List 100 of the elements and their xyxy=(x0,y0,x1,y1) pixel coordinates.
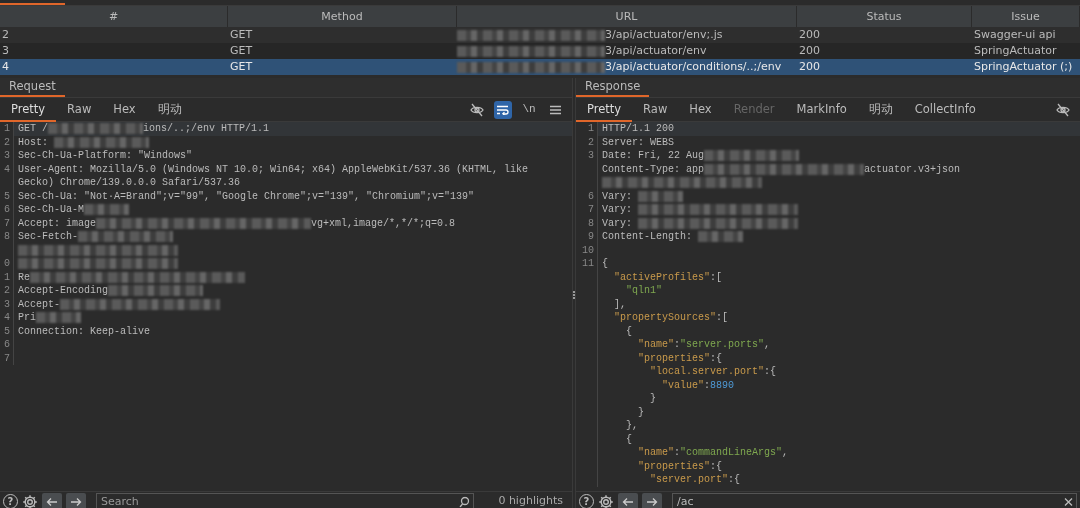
code-text: :{ xyxy=(728,473,741,487)
code-text: Connection: Keep-alive xyxy=(18,324,151,338)
table-cell: 3/api/actuator/env;.js xyxy=(605,27,723,43)
view-tab[interactable]: CollectInfo xyxy=(903,97,987,122)
line-number: 3 xyxy=(588,150,594,161)
code-text: Date: Fri, 22 Aug xyxy=(602,149,705,163)
code-text: ], xyxy=(614,297,626,311)
code-text: Sec-Ch-Ua-Platform: "Windows" xyxy=(18,149,193,163)
table-cell: 3/api/actuator/env xyxy=(605,43,707,59)
json-key: "properties" xyxy=(638,459,710,473)
code-text: , xyxy=(764,338,771,352)
code-text: Accept-Encoding xyxy=(18,284,108,298)
wrap-toggle[interactable] xyxy=(494,100,512,119)
line-number: 4 xyxy=(4,312,10,323)
newline-toggle[interactable]: \n xyxy=(520,100,538,119)
code-text: HTTP/1.1 200 xyxy=(602,122,674,136)
code-text: :{ xyxy=(710,459,723,473)
line-number: 7 xyxy=(4,352,10,364)
line-number: 2 xyxy=(588,136,594,148)
line-number: 6 xyxy=(588,190,594,202)
table-row[interactable]: 4 GET 3/api/actuator/conditions/..;/env 200 SpringActuator (;) xyxy=(0,59,1080,75)
right-arrow-icon xyxy=(70,496,82,507)
line-number: 1 xyxy=(4,123,10,134)
code-text: :[ xyxy=(710,270,723,284)
code-text: Vary: xyxy=(602,203,633,217)
menu-icon[interactable] xyxy=(549,104,561,115)
view-tab[interactable]: Hex xyxy=(678,97,723,122)
highlight-count: 0 highlights xyxy=(498,493,563,508)
json-key: "name" xyxy=(638,338,674,352)
line-number: 4 xyxy=(4,163,10,175)
json-key: "value" xyxy=(662,378,704,392)
settings-icon[interactable] xyxy=(598,493,614,508)
splitter-handle[interactable] xyxy=(573,290,575,299)
code-text: Sec-Ch-Ua: "Not·A=Brand";v="99", "Google Chrome";v="139", "Chromium";v="139" xyxy=(18,189,475,203)
code-text: Pri xyxy=(18,311,36,325)
hide-icon[interactable] xyxy=(1056,102,1070,117)
redaction-blur xyxy=(36,312,81,324)
code-text: Sec-Ch-Ua-M xyxy=(18,203,84,217)
code-text: Host: xyxy=(18,135,49,149)
view-tab[interactable]: 明动 xyxy=(857,97,904,122)
search-field[interactable]: /ac xyxy=(672,493,1077,508)
search-field[interactable]: Search xyxy=(96,493,474,508)
line-number: 2 xyxy=(4,285,10,296)
line-number: 3 xyxy=(4,150,10,161)
table-cell: 3 xyxy=(2,43,9,59)
next-button[interactable] xyxy=(66,493,86,508)
json-string: "commandLineArgs" xyxy=(680,446,783,460)
redaction-blur xyxy=(698,231,743,243)
code-text: { xyxy=(602,257,608,271)
code-text: Accept: image xyxy=(18,216,96,230)
code-text: : xyxy=(674,446,681,460)
view-tab[interactable]: Hex xyxy=(102,97,147,122)
line-number: 11 xyxy=(582,258,594,269)
table-cell: 200 xyxy=(799,27,820,43)
left-arrow-icon xyxy=(622,496,634,507)
line-number: 8 xyxy=(4,231,10,242)
view-tab[interactable]: MarkInfo xyxy=(785,97,858,122)
view-tab[interactable]: Raw xyxy=(56,97,103,122)
settings-icon[interactable] xyxy=(22,493,38,508)
line-number: 6 xyxy=(4,204,10,215)
code-text: : xyxy=(704,378,711,392)
line-number: 10 xyxy=(582,244,594,256)
json-key: "propertySources" xyxy=(614,311,717,325)
next-button[interactable] xyxy=(642,493,662,508)
table-row[interactable]: 3 GET 3/api/actuator/env 200 SpringActuator xyxy=(0,43,1080,59)
code-text: { xyxy=(626,432,632,446)
line-number: 0 xyxy=(4,258,10,269)
line-number: 6 xyxy=(4,339,10,350)
search-icon xyxy=(459,496,470,507)
line-number: 1 xyxy=(588,123,594,134)
table-cell: GET xyxy=(230,59,253,75)
code-text: Vary: xyxy=(602,216,633,230)
json-key: "activeProfiles" xyxy=(614,270,710,284)
table-cell: 200 xyxy=(799,59,820,75)
view-tab[interactable]: Raw xyxy=(632,97,679,122)
table-cell: 4 xyxy=(2,59,9,75)
code-text: :[ xyxy=(716,311,729,325)
line-number: 9 xyxy=(588,231,594,242)
previous-button[interactable] xyxy=(618,493,638,508)
left-arrow-icon xyxy=(46,496,58,507)
json-key: "server.port" xyxy=(650,473,728,487)
code-text: }, xyxy=(626,419,638,433)
code-text: actuator.v3+json xyxy=(864,162,961,176)
code-text: Re xyxy=(18,270,30,284)
right-arrow-icon xyxy=(646,496,658,507)
close-icon[interactable] xyxy=(1064,497,1073,506)
line-number: 7 xyxy=(588,204,594,215)
code-text: Content-Type: app xyxy=(602,162,705,176)
hide-icon[interactable] xyxy=(470,102,484,117)
code-text: Server: WEBS xyxy=(602,135,674,149)
table-cell: GET xyxy=(230,27,253,43)
view-tab[interactable]: 明动 xyxy=(146,97,193,122)
table-cell: Swagger-ui api xyxy=(974,27,1056,43)
code-text: vg+xml,image/*,*/*;q=0.8 xyxy=(311,216,456,230)
pane-title: Response xyxy=(576,78,650,97)
table-cell: SpringActuator (;) xyxy=(974,59,1073,75)
json-key: "local.server.port" xyxy=(650,365,765,379)
previous-button[interactable] xyxy=(42,493,62,508)
code-text: Vary: xyxy=(602,189,633,203)
pane-title: Request xyxy=(0,78,65,97)
